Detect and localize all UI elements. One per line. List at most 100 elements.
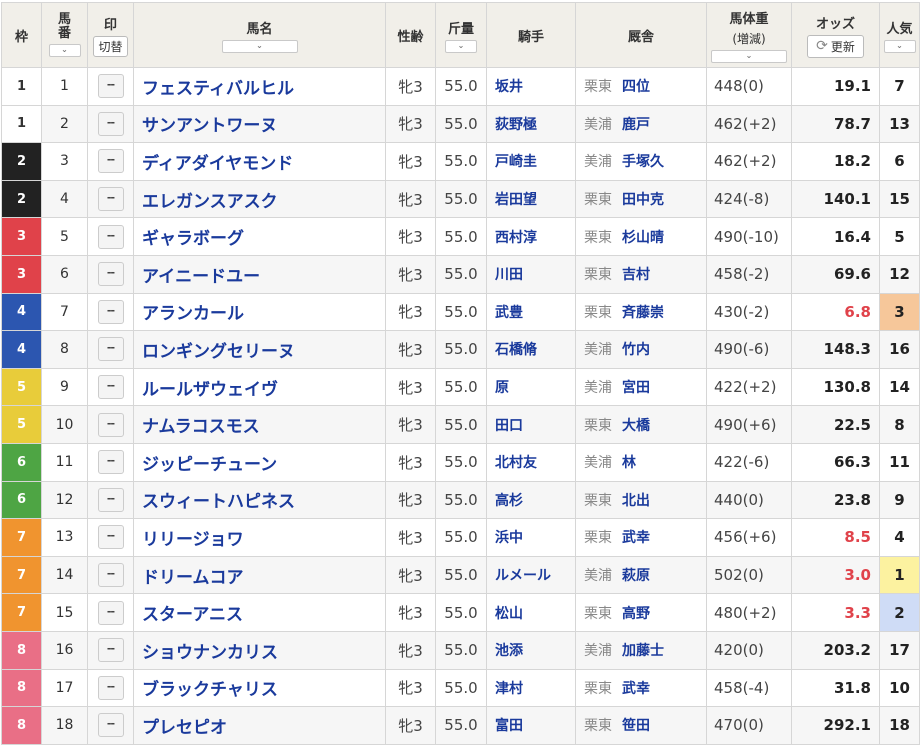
trainer-link[interactable]: 林 <box>622 455 636 471</box>
header-waku: 枠 <box>1 2 42 68</box>
horse-name-link[interactable]: エレガンスアスク <box>133 179 386 219</box>
umaban-cell: 18 <box>41 706 88 745</box>
jockey-link[interactable]: 西村淳 <box>486 217 576 256</box>
stable-region: 栗東 <box>584 718 612 735</box>
horse-name-link[interactable]: ルールザウェイヴ <box>133 367 386 407</box>
sort-chevron-icon[interactable]: ⌄ <box>883 39 916 53</box>
table-row: 5 9 -- ルールザウェイヴ 牝3 55.0 原美浦 宮田 422(+2) 130.8 14 <box>1 367 920 407</box>
refresh-icon: ⟳ <box>816 38 828 54</box>
table-row: 2 3 -- ディアダイヤモンド 牝3 55.0 戸崎圭 美浦 手塚久 462(+2) 18.2 6 <box>1 142 920 181</box>
horse-name-link[interactable]: フェスティバルヒル <box>133 67 386 106</box>
mark-button[interactable]: -- <box>97 74 124 99</box>
header-horse[interactable]: 馬名 ⌄ <box>133 2 386 68</box>
header-popularity[interactable]: 人気 ⌄ <box>879 2 920 68</box>
popularity-cell: 18 <box>879 706 920 745</box>
mark-button[interactable]: -- <box>97 337 124 362</box>
jockey-link[interactable]: 北村友 <box>486 442 576 482</box>
umaban-cell: 6 <box>41 254 88 294</box>
horse-name-link[interactable]: スターアニス <box>133 593 386 632</box>
trainer-link[interactable]: 笹田 <box>622 718 650 734</box>
horse-name-link[interactable]: ジッピーチューン <box>133 442 386 482</box>
horse-name-link[interactable]: リリージョワ <box>133 518 386 557</box>
header-mark: 印 切替 <box>87 2 134 68</box>
sort-chevron-icon[interactable]: ⌄ <box>711 49 787 63</box>
trainer-link[interactable]: 大橋 <box>622 418 650 434</box>
umaban-cell: 15 <box>41 593 88 632</box>
trainer-link[interactable]: 杉山晴 <box>622 230 664 246</box>
mark-toggle-button[interactable]: 切替 <box>93 35 128 57</box>
mark-cell: -- <box>87 254 134 294</box>
stable-cell: 美浦林 <box>575 442 707 482</box>
mark-button[interactable]: -- <box>97 450 124 475</box>
odds-refresh-button[interactable]: ⟳ 更新 <box>807 34 864 58</box>
jockey-link[interactable]: 坂井 <box>486 67 576 106</box>
horse-name-link[interactable]: ショウナンカリス <box>133 630 386 670</box>
trainer-link[interactable]: 吉村 <box>622 267 650 283</box>
horse-name-link[interactable]: スウィートハピネス <box>133 480 386 520</box>
jockey-link[interactable]: 浜中 <box>486 518 576 557</box>
header-umaban[interactable]: 馬 番 ⌄ <box>41 2 88 68</box>
jockey-link[interactable]: 津村 <box>486 668 576 708</box>
mark-button[interactable]: -- <box>97 412 124 437</box>
horse-name-link[interactable]: アランカール <box>133 292 386 332</box>
trainer-link[interactable]: 鹿戸 <box>622 117 650 133</box>
sort-chevron-icon[interactable]: ⌄ <box>445 39 477 53</box>
mark-button[interactable]: -- <box>97 262 124 287</box>
horse-name-link[interactable]: ドリームコア <box>133 555 386 595</box>
mark-button[interactable]: -- <box>97 600 124 625</box>
mark-button[interactable]: -- <box>97 638 124 663</box>
horse-name-link[interactable]: アイニードユー <box>133 254 386 294</box>
mark-button[interactable]: -- <box>97 111 124 136</box>
mark-button[interactable]: -- <box>97 375 124 400</box>
odds-cell: 16.4 <box>791 217 880 256</box>
mark-button[interactable]: -- <box>97 299 124 324</box>
header-weight[interactable]: 斤量 ⌄ <box>435 2 487 68</box>
jockey-link[interactable]: 池添 <box>486 630 576 670</box>
stable-cell: 栗東 高野 <box>575 593 707 632</box>
mark-button[interactable]: -- <box>97 149 124 174</box>
jockey-link[interactable]: 原 <box>486 367 576 407</box>
trainer-link[interactable]: 高野 <box>622 606 650 622</box>
trainer-link[interactable]: 萩原 <box>622 568 650 584</box>
jockey-link[interactable]: 岩田望 <box>486 179 576 219</box>
mark-button[interactable]: -- <box>97 487 124 512</box>
horse-name-link[interactable]: ナムラコスモス <box>133 405 386 444</box>
mark-button[interactable]: -- <box>97 187 124 212</box>
jockey-link[interactable]: 荻野極 <box>486 104 576 144</box>
mark-button[interactable]: -- <box>97 224 124 249</box>
jockey-link[interactable]: 松山 <box>486 593 576 632</box>
jockey-link[interactable]: 富田 <box>486 706 576 745</box>
horse-name-link[interactable]: サンアントワーヌ <box>133 104 386 144</box>
jockey-link[interactable]: ルメール <box>486 555 576 595</box>
sort-chevron-icon[interactable]: ⌄ <box>221 39 298 53</box>
jockey-link[interactable]: 高杉 <box>486 480 576 520</box>
trainer-link[interactable]: 四位 <box>622 79 650 95</box>
trainer-link[interactable]: 北出 <box>622 493 650 509</box>
stable-region: 美浦 <box>584 342 612 359</box>
trainer-link[interactable]: 加藤士 <box>622 643 664 659</box>
odds-cell: 31.8 <box>791 668 880 708</box>
trainer-link[interactable]: 宮田 <box>622 380 650 396</box>
trainer-link[interactable]: 手塚久 <box>622 154 664 170</box>
horse-name-link[interactable]: ブラックチャリス <box>133 668 386 708</box>
horse-name-link[interactable]: プレセピオ <box>133 706 386 745</box>
jockey-link[interactable]: 川田 <box>486 254 576 294</box>
horse-name-link[interactable]: ロンギングセリーヌ <box>133 330 386 369</box>
trainer-link[interactable]: 武幸 <box>622 530 650 546</box>
header-bodyweight[interactable]: 馬体重 (増減) ⌄ <box>706 2 792 68</box>
trainer-link[interactable]: 武幸 <box>622 681 650 697</box>
sort-chevron-icon[interactable]: ⌄ <box>48 44 81 57</box>
mark-button[interactable]: -- <box>97 563 124 588</box>
jockey-link[interactable]: 戸崎圭 <box>486 142 576 181</box>
trainer-link[interactable]: 竹内 <box>622 342 650 358</box>
horse-name-link[interactable]: ディアダイヤモンド <box>133 142 386 181</box>
trainer-link[interactable]: 斉藤崇 <box>622 305 664 321</box>
mark-button[interactable]: -- <box>97 675 124 700</box>
jockey-link[interactable]: 田口 <box>486 405 576 444</box>
jockey-link[interactable]: 石橋脩 <box>486 330 576 369</box>
trainer-link[interactable]: 田中克 <box>622 192 664 208</box>
mark-button[interactable]: -- <box>97 525 124 550</box>
mark-button[interactable]: -- <box>97 713 124 738</box>
horse-name-link[interactable]: ギャラボーグ <box>133 217 386 256</box>
jockey-link[interactable]: 武豊 <box>486 292 576 332</box>
